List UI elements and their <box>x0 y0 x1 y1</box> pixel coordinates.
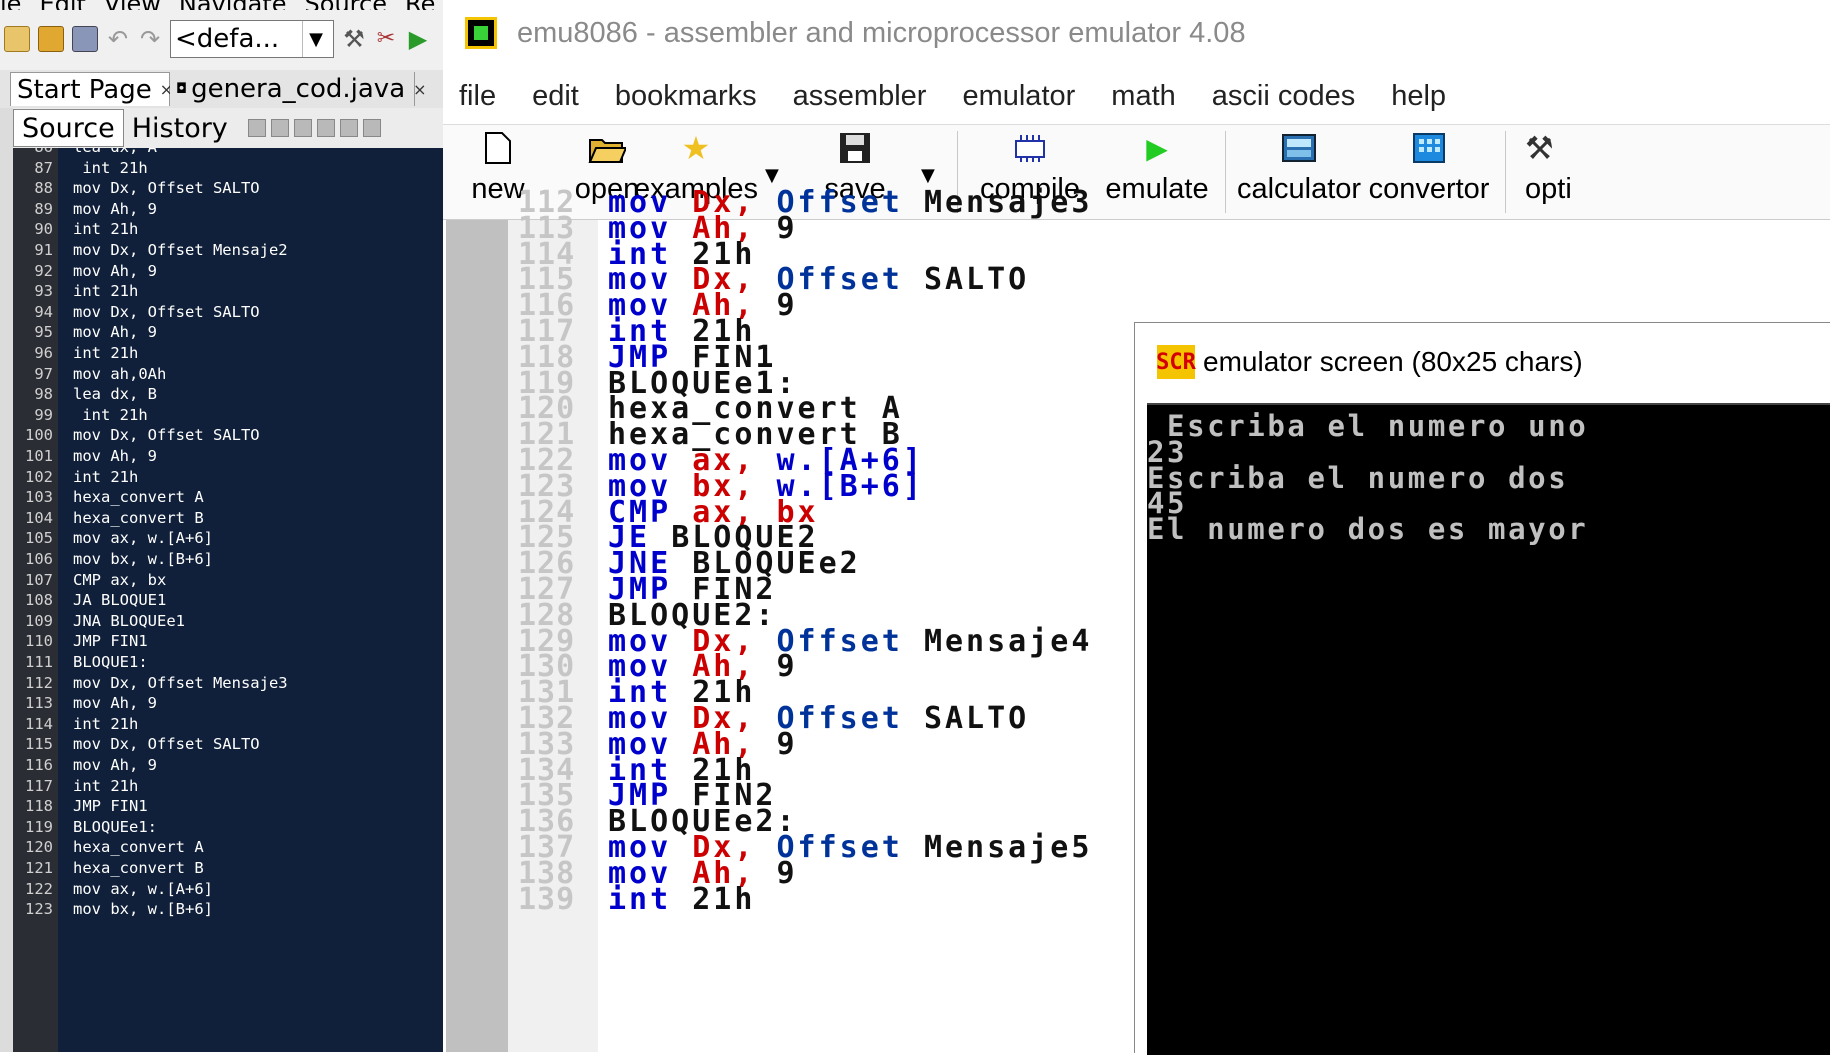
code-token: 21h <box>692 881 756 917</box>
undo-icon[interactable]: ↶ <box>106 27 130 51</box>
emulator-screen-window: SCR emulator screen (80x25 chars) Escrib… <box>1134 322 1830 1055</box>
forward-icon[interactable] <box>270 119 289 137</box>
close-icon[interactable]: × <box>413 80 426 99</box>
menu-refactor[interactable]: Re <box>405 0 435 10</box>
convertor-grid-icon <box>1413 129 1445 167</box>
menu-edit[interactable]: edit <box>532 80 579 113</box>
console-line: El numero dos es mayor <box>1147 512 1589 547</box>
netbeans-code-editor[interactable]: 86lea dx, A87 int 21h88mov Dx, Offset SA… <box>13 148 443 1052</box>
netbeans-menubar: le Edit View Navigate Source Re <box>0 0 443 10</box>
toggle-highlight-icon[interactable] <box>362 119 381 137</box>
calculator-icon <box>1282 129 1316 167</box>
menu-file[interactable]: le <box>0 0 21 10</box>
console-line: Escriba el numero dos <box>1147 460 1569 495</box>
editor-tabs: Start Page × ◘ genera_cod.java × <box>0 70 443 109</box>
emulator-console[interactable]: Escriba el numero uno 23 Escriba el numero… <box>1147 403 1830 1055</box>
menu-math[interactable]: math <box>1111 80 1175 113</box>
tab-source[interactable]: Source <box>13 109 124 147</box>
emu-menubar: file edit bookmarks assembler emulator m… <box>459 74 1482 118</box>
find-icon[interactable] <box>293 119 312 137</box>
save-all-icon[interactable] <box>72 26 98 52</box>
menu-assembler[interactable]: assembler <box>793 80 927 113</box>
tools-icon: ⚒ <box>1525 130 1554 166</box>
configuration-value: <defa... <box>175 24 280 54</box>
netbeans-toolbar: ↶ ↷ <defa... ▼ ⚒ ✂ ▶ <box>0 14 443 64</box>
menu-file[interactable]: file <box>459 80 496 113</box>
tab-history[interactable]: History <box>124 110 236 146</box>
chevron-down-icon[interactable]: ▼ <box>302 21 329 57</box>
examples-dropdown-icon[interactable]: ▼ <box>765 165 779 186</box>
compile-chip-icon <box>1013 129 1047 167</box>
tab-start-page[interactable]: Start Page × <box>10 72 173 106</box>
menu-edit[interactable]: Edit <box>39 0 85 10</box>
next-occurrence-icon[interactable] <box>339 119 358 137</box>
menu-source[interactable]: Source <box>305 0 387 10</box>
menu-emulator[interactable]: emulator <box>962 80 1075 113</box>
screen-icon: SCR <box>1156 345 1196 379</box>
editor-toolbar-icons <box>247 119 381 137</box>
build-icon[interactable]: ⚒ <box>342 27 366 51</box>
star-icon: ★ <box>681 130 711 166</box>
window-title: emulator screen (80x25 chars) <box>1203 346 1583 377</box>
menu-navigate[interactable]: Navigate <box>179 0 287 10</box>
emulator-screen-title-bar[interactable]: SCR emulator screen (80x25 chars) <box>1135 323 1830 401</box>
code-token: int <box>608 881 693 917</box>
chip-icon <box>465 17 497 49</box>
menu-bookmarks[interactable]: bookmarks <box>615 80 757 113</box>
open-project-icon[interactable] <box>38 26 64 52</box>
menu-ascii-codes[interactable]: ascii codes <box>1212 80 1355 113</box>
new-file-icon[interactable] <box>4 26 30 52</box>
open-folder-icon <box>588 129 626 167</box>
java-file-icon: ◘ <box>176 81 188 97</box>
clean-build-icon[interactable]: ✂ <box>374 27 398 51</box>
new-file-icon <box>484 129 512 167</box>
back-icon[interactable] <box>247 119 266 137</box>
code-line[interactable]: 123 mov bx, w.[B+6] <box>13 897 443 921</box>
run-icon[interactable]: ▶ <box>406 27 430 51</box>
prev-occurrence-icon[interactable] <box>316 119 335 137</box>
console-line: Escriba el numero uno <box>1147 409 1589 443</box>
editor-subtabs: Source History <box>13 108 443 148</box>
play-icon: ▶ <box>1146 132 1168 164</box>
window-title: emu8086 - assembler and microprocessor e… <box>517 16 1246 49</box>
line-number: 123 <box>25 900 53 919</box>
tab-genera-cod-java[interactable]: ◘ genera_cod.java × <box>170 72 427 106</box>
tab-label: genera_cod.java <box>191 74 406 104</box>
netbeans-window: le Edit View Navigate Source Re ↶ ↷ <defa... … <box>0 0 443 1052</box>
side-panel-strip[interactable] <box>0 108 14 1052</box>
code-text: mov bx, w.[B+6] <box>73 900 213 919</box>
code-text: int 21h <box>608 881 756 917</box>
save-dropdown-icon[interactable]: ▼ <box>921 165 935 186</box>
menu-help[interactable]: help <box>1391 80 1446 113</box>
floppy-disk-icon <box>839 129 871 167</box>
redo-icon[interactable]: ↷ <box>138 27 162 51</box>
configuration-combo[interactable]: <defa... ▼ <box>170 20 334 58</box>
menu-view[interactable]: View <box>104 0 161 10</box>
line-number: 139 <box>518 881 576 917</box>
emu-title-bar: emu8086 - assembler and microprocessor e… <box>443 0 1830 66</box>
tab-label: Start Page <box>17 74 152 105</box>
